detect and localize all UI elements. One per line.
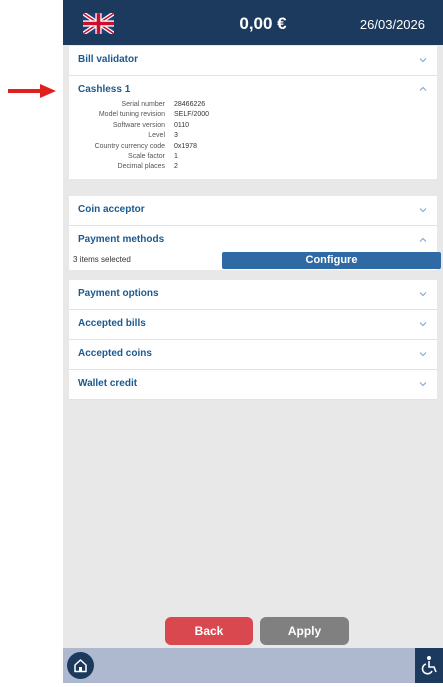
chevron-down-icon [419, 352, 427, 357]
section-title: Cashless 1 [78, 84, 131, 95]
current-date: 26/03/2026 [359, 17, 425, 32]
back-button[interactable]: Back [165, 617, 253, 645]
chevron-up-icon [419, 86, 427, 91]
section-title: Payment methods [78, 234, 165, 245]
red-arrow-pointer [8, 84, 56, 98]
chevron-down-icon [419, 292, 427, 297]
section-header-wallet-credit[interactable]: Wallet credit [69, 370, 437, 400]
detail-row: Serial number 28466226 [121, 101, 206, 108]
section-payment-options: Payment options [69, 280, 437, 310]
section-accepted-bills: Accepted bills [69, 310, 437, 340]
section-payment-methods: Payment methods 3 items selected Configu… [69, 226, 441, 270]
section-header-coin-acceptor[interactable]: Coin acceptor [69, 196, 437, 226]
chevron-down-icon [419, 58, 427, 63]
detail-row: Level 3 [148, 132, 178, 140]
selected-count: 3 items selected [73, 255, 131, 264]
wheelchair-icon [421, 656, 437, 675]
section-header-accepted-coins[interactable]: Accepted coins [69, 340, 437, 370]
section-header-bill-validator[interactable]: Bill validator [69, 46, 437, 76]
detail-row: Model tuning revision SELF/2000 [98, 111, 210, 119]
section-title: Accepted bills [78, 318, 146, 329]
chevron-down-icon [419, 208, 427, 213]
accessibility-button[interactable] [415, 648, 443, 683]
section-title: Coin acceptor [78, 204, 145, 215]
detail-row: Decimal places 2 [117, 163, 178, 171]
section-bill-validator: Bill validator [69, 46, 437, 76]
section-cashless-1: Cashless 1 Serial number 28466226 Model t… [69, 76, 437, 179]
configure-button[interactable]: Configure [222, 252, 441, 269]
section-title: Accepted coins [78, 348, 152, 359]
section-wallet-credit: Wallet credit [69, 370, 437, 400]
section-header-accepted-bills[interactable]: Accepted bills [69, 310, 437, 340]
section-coin-acceptor: Coin acceptor [69, 196, 437, 226]
payment-methods-row: 3 items selected Configure [69, 248, 441, 270]
top-bar: 0,00 € 26/03/2026 [63, 0, 443, 45]
section-title: Wallet credit [78, 378, 138, 389]
chevron-down-icon [419, 322, 427, 327]
section-header-payment-methods[interactable]: Payment methods [69, 226, 437, 248]
detail-row: Scale factor 1 [128, 152, 178, 160]
bottom-bar [63, 648, 443, 683]
chevron-down-icon [419, 382, 427, 387]
section-title: Payment options [78, 288, 159, 299]
uk-flag-icon[interactable] [83, 13, 114, 34]
section-header-cashless-1[interactable]: Cashless 1 [69, 76, 437, 98]
apply-button[interactable]: Apply [260, 617, 349, 645]
cashless-details: Serial number 28466226 Model tuning revis… [69, 98, 437, 179]
machine-screen: 0,00 € 26/03/2026 Bill validator Cashles… [63, 0, 443, 683]
home-button[interactable] [67, 652, 94, 679]
chevron-up-icon [419, 237, 427, 242]
credit-amount: 0,00 € [239, 14, 287, 33]
detail-row: Software version 0110 [112, 121, 190, 129]
home-icon [74, 659, 87, 673]
section-accepted-coins: Accepted coins [69, 340, 437, 370]
detail-row: Country currency code 0x1978 [94, 142, 197, 150]
section-title: Bill validator [78, 54, 139, 65]
section-header-payment-options[interactable]: Payment options [69, 280, 437, 310]
